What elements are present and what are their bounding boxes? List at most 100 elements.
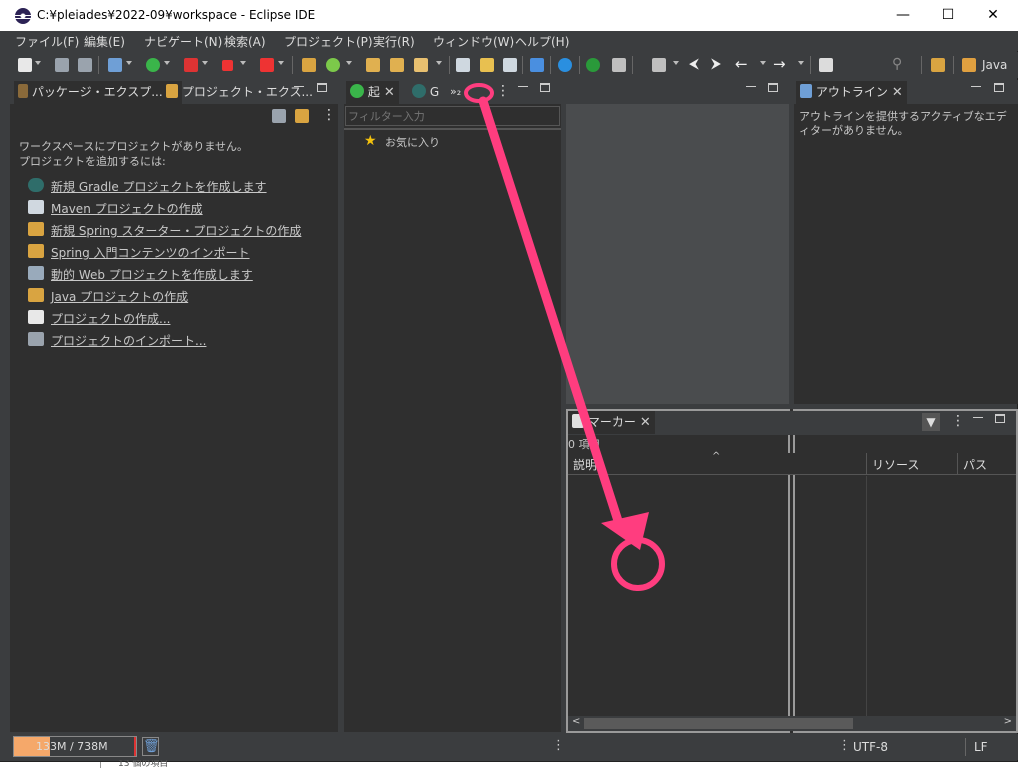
history-icon[interactable]: [652, 58, 666, 72]
tab-overflow[interactable]: »₂: [446, 81, 465, 104]
scroll-left-icon[interactable]: <: [572, 716, 580, 727]
forward-icon[interactable]: →: [773, 57, 787, 72]
open-perspective-icon[interactable]: [931, 58, 945, 72]
filter-input[interactable]: [345, 106, 560, 126]
maximize-icon[interactable]: [768, 83, 778, 92]
save-all-icon[interactable]: [78, 58, 92, 72]
maximize-icon[interactable]: [317, 83, 327, 92]
minimize-icon[interactable]: [294, 86, 304, 87]
column-description[interactable]: 説明: [573, 456, 597, 473]
minimize-icon[interactable]: [518, 86, 528, 87]
debug-dropdown-icon[interactable]: [126, 61, 132, 65]
open-folder-icon[interactable]: [366, 58, 380, 72]
build-icon[interactable]: [612, 58, 626, 72]
horizontal-scrollbar[interactable]: < >: [568, 716, 1016, 731]
menu-window[interactable]: ウィンドウ(W): [433, 33, 514, 50]
collapse-all-icon[interactable]: [272, 109, 286, 123]
new-file-icon[interactable]: [503, 58, 517, 72]
next-edit-icon[interactable]: ⮞: [711, 57, 725, 72]
link-maven-project[interactable]: Maven プロジェクトの作成: [51, 200, 203, 217]
tab-start[interactable]: 起 ✕: [346, 81, 399, 104]
back-dropdown-icon[interactable]: [760, 61, 766, 65]
run-dropdown-icon[interactable]: [164, 61, 170, 65]
trash-icon[interactable]: 🗑: [142, 737, 160, 756]
menu-search[interactable]: 検索(A): [224, 33, 266, 50]
refresh-icon[interactable]: [326, 58, 340, 72]
link-spring-starter[interactable]: 新規 Spring スターター・プロジェクトの作成: [51, 222, 301, 239]
link-create-project[interactable]: プロジェクトの作成...: [51, 310, 170, 327]
java-perspective-label[interactable]: Java: [982, 58, 1007, 72]
close-icon[interactable]: ✕: [384, 85, 395, 100]
external-tools-dropdown-icon[interactable]: [202, 61, 208, 65]
new-dropdown-icon[interactable]: [35, 61, 41, 65]
tab-project-explorer[interactable]: プロジェクト・エクス...: [162, 81, 317, 104]
tab-outline[interactable]: アウトライン ✕: [796, 81, 907, 104]
pencil-icon[interactable]: [414, 58, 428, 72]
relaunch-icon[interactable]: [260, 58, 274, 72]
history-dropdown-icon[interactable]: [673, 61, 679, 65]
column-path[interactable]: パス: [963, 456, 987, 473]
prev-edit-icon[interactable]: ⮜: [689, 57, 703, 72]
back-icon[interactable]: ←: [735, 57, 749, 72]
view-menu-icon[interactable]: ⋮: [496, 83, 510, 99]
minimize-icon[interactable]: [973, 417, 983, 418]
refresh-dropdown-icon[interactable]: [346, 61, 352, 65]
java-perspective-icon[interactable]: [962, 58, 976, 72]
minimize-button[interactable]: —: [880, 0, 926, 31]
menu-help[interactable]: ヘルプ(H): [515, 33, 569, 50]
run-icon[interactable]: [146, 58, 160, 72]
maximize-icon[interactable]: [995, 414, 1005, 423]
link-java-project[interactable]: Java プロジェクトの作成: [51, 288, 188, 305]
scroll-right-icon[interactable]: >: [1004, 716, 1012, 727]
link-spring-import[interactable]: Spring 入門コンテンツのインポート: [51, 244, 250, 261]
maximize-button[interactable]: ☐: [925, 0, 971, 31]
link-import-project[interactable]: プロジェクトのインポート...: [51, 332, 206, 349]
pin-editor-icon[interactable]: [819, 58, 833, 72]
view-menu-icon[interactable]: ⋮: [951, 413, 965, 429]
maximize-icon[interactable]: [994, 83, 1004, 92]
forward-dropdown-icon[interactable]: [798, 61, 804, 65]
link-dynamic-web[interactable]: 動的 Web プロジェクトを作成します: [51, 266, 253, 283]
menu-edit[interactable]: 編集(E): [84, 33, 125, 50]
debug-icon[interactable]: [108, 58, 122, 72]
minimize-icon[interactable]: [746, 86, 756, 87]
settings-icon[interactable]: [558, 58, 572, 72]
stop-dropdown-icon[interactable]: [240, 61, 246, 65]
console-icon[interactable]: [530, 58, 544, 72]
view-menu-icon[interactable]: ⋮: [322, 107, 336, 123]
link-with-editor-icon[interactable]: [295, 109, 309, 123]
close-icon[interactable]: ✕: [892, 85, 903, 100]
pencil-dropdown-icon[interactable]: [436, 61, 442, 65]
new-package-icon[interactable]: [480, 58, 494, 72]
menu-file[interactable]: ファイル(F): [15, 33, 79, 50]
encoding-status[interactable]: UTF-8: [853, 740, 888, 754]
column-resource[interactable]: リソース: [872, 456, 919, 473]
close-button[interactable]: ✕: [970, 0, 1016, 31]
new-class-icon[interactable]: [456, 58, 470, 72]
menu-project[interactable]: プロジェクト(P): [284, 33, 373, 50]
tab-g[interactable]: G: [408, 81, 443, 104]
maximize-icon[interactable]: [540, 83, 550, 92]
close-icon[interactable]: ✕: [640, 415, 651, 430]
tab-package-explorer[interactable]: パッケージ・エクスプ...✕: [14, 81, 182, 104]
column-divider[interactable]: [957, 453, 958, 475]
server-start-icon[interactable]: [586, 58, 600, 72]
heap-status[interactable]: 133M / 738M: [13, 736, 137, 757]
link-new-gradle-project[interactable]: 新規 Gradle プロジェクトを作成します: [51, 178, 267, 195]
stop-icon[interactable]: [222, 60, 233, 71]
save-icon[interactable]: [55, 58, 69, 72]
open-project-icon[interactable]: [390, 58, 404, 72]
minimize-icon[interactable]: [971, 86, 981, 87]
menu-navigate[interactable]: ナビゲート(N): [144, 33, 222, 50]
scrollbar-thumb[interactable]: [584, 718, 853, 729]
search-icon[interactable]: ⚲: [892, 57, 906, 72]
tab-markers[interactable]: マーカー ✕: [568, 411, 655, 434]
menu-run[interactable]: 実行(R): [373, 33, 415, 50]
relaunch-dropdown-icon[interactable]: [278, 61, 284, 65]
column-divider[interactable]: [866, 453, 867, 475]
favorites-item[interactable]: お気に入り: [385, 134, 440, 150]
line-ending-status[interactable]: LF: [974, 740, 988, 754]
open-type-icon[interactable]: [302, 58, 316, 72]
new-icon[interactable]: [18, 58, 32, 72]
filter-icon[interactable]: ▼: [922, 413, 940, 431]
